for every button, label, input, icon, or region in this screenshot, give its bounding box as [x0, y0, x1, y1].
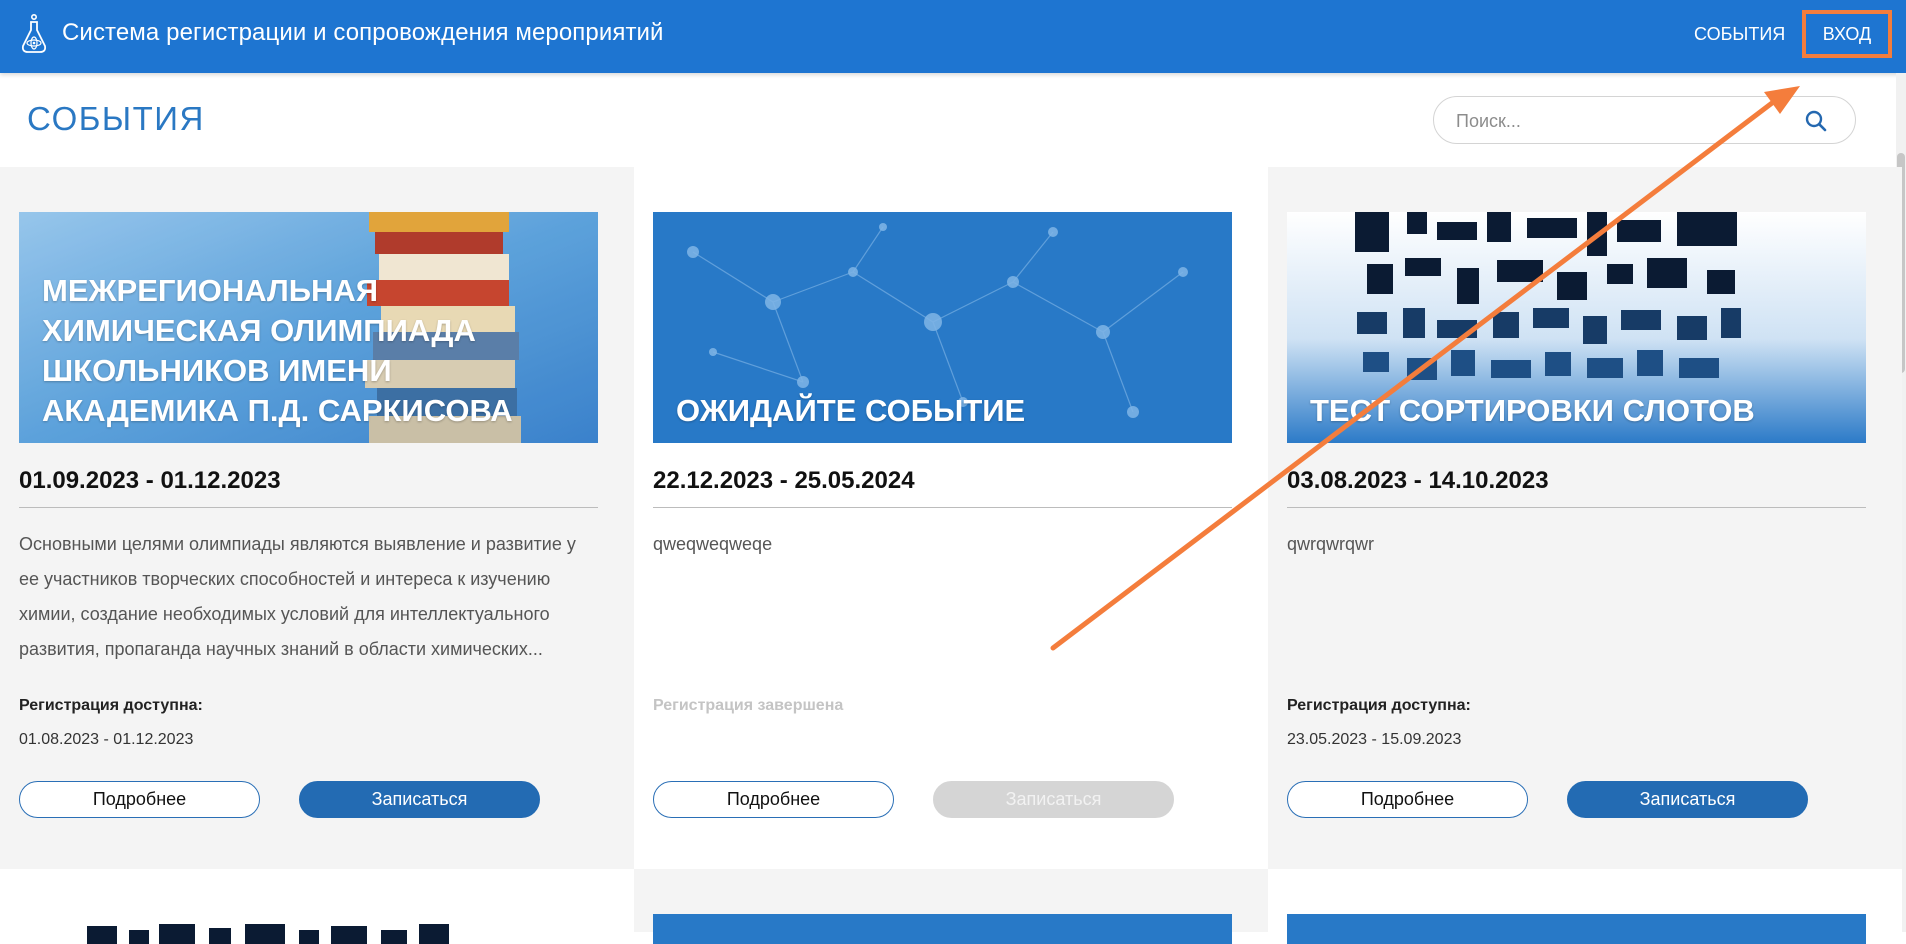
details-button[interactable]: Подробнее	[19, 781, 260, 818]
registration-dates: 01.08.2023 - 01.12.2023	[19, 731, 194, 748]
event-description: Основными целями олимпиады являются выяв…	[19, 534, 576, 659]
event-card-partial	[1268, 869, 1902, 944]
event-banner[interactable]	[1287, 914, 1866, 944]
nav-events-link[interactable]: СОБЫТИЯ	[1694, 24, 1785, 45]
event-banner[interactable]: Тест сортировки слотов	[1287, 212, 1866, 443]
event-dates: 22.12.2023 - 25.05.2024	[653, 467, 1232, 508]
event-banner[interactable]: Ожидайте событие	[653, 212, 1232, 443]
registration-status: Регистрация завершена	[653, 697, 844, 714]
details-button[interactable]: Подробнее	[653, 781, 894, 818]
app-title: Система регистрации и сопровождения меро…	[62, 19, 664, 46]
registration-dates: 23.05.2023 - 15.09.2023	[1287, 731, 1462, 748]
event-card: Тест сортировки слотов 03.08.2023 - 14.1…	[1268, 167, 1902, 869]
qr-banner-image	[19, 914, 598, 944]
registration-status: Регистрация доступна:	[1287, 697, 1471, 714]
event-banner[interactable]	[19, 914, 598, 944]
signup-button[interactable]: Записаться	[299, 781, 540, 818]
event-card: Межрегиональная химическая олимпиада шко…	[0, 167, 634, 869]
event-banner[interactable]: Межрегиональная химическая олимпиада шко…	[19, 212, 598, 443]
nav-login-button[interactable]: ВХОД	[1802, 10, 1892, 58]
atom-flask-logo-icon[interactable]	[18, 12, 50, 58]
event-card: Ожидайте событие 22.12.2023 - 25.05.2024…	[634, 167, 1268, 869]
event-description: qweqweqweqe	[653, 534, 773, 554]
details-button[interactable]: Подробнее	[1287, 781, 1528, 818]
event-dates: 01.09.2023 - 01.12.2023	[19, 467, 598, 508]
signup-button-disabled: Записаться	[933, 781, 1174, 818]
registration-status: Регистрация доступна:	[19, 697, 203, 714]
page-title: СОБЫТИЯ	[27, 100, 205, 137]
event-card-partial	[634, 869, 1268, 944]
search-icon[interactable]	[1804, 109, 1828, 133]
search-input[interactable]	[1454, 107, 1778, 135]
event-description: qwrqwrqwr	[1287, 534, 1375, 554]
signup-button[interactable]: Записаться	[1567, 781, 1808, 818]
event-card-partial	[0, 869, 634, 944]
event-banner-title: Тест сортировки слотов	[1310, 393, 1755, 428]
event-banner-title: Межрегиональная химическая олимпиада шко…	[42, 273, 513, 428]
top-bar: Система регистрации и сопровождения меро…	[0, 0, 1906, 73]
event-banner[interactable]	[653, 914, 1232, 944]
search-box	[1433, 96, 1856, 144]
event-dates: 03.08.2023 - 14.10.2023	[1287, 467, 1866, 508]
event-banner-title: Ожидайте событие	[676, 393, 1026, 428]
